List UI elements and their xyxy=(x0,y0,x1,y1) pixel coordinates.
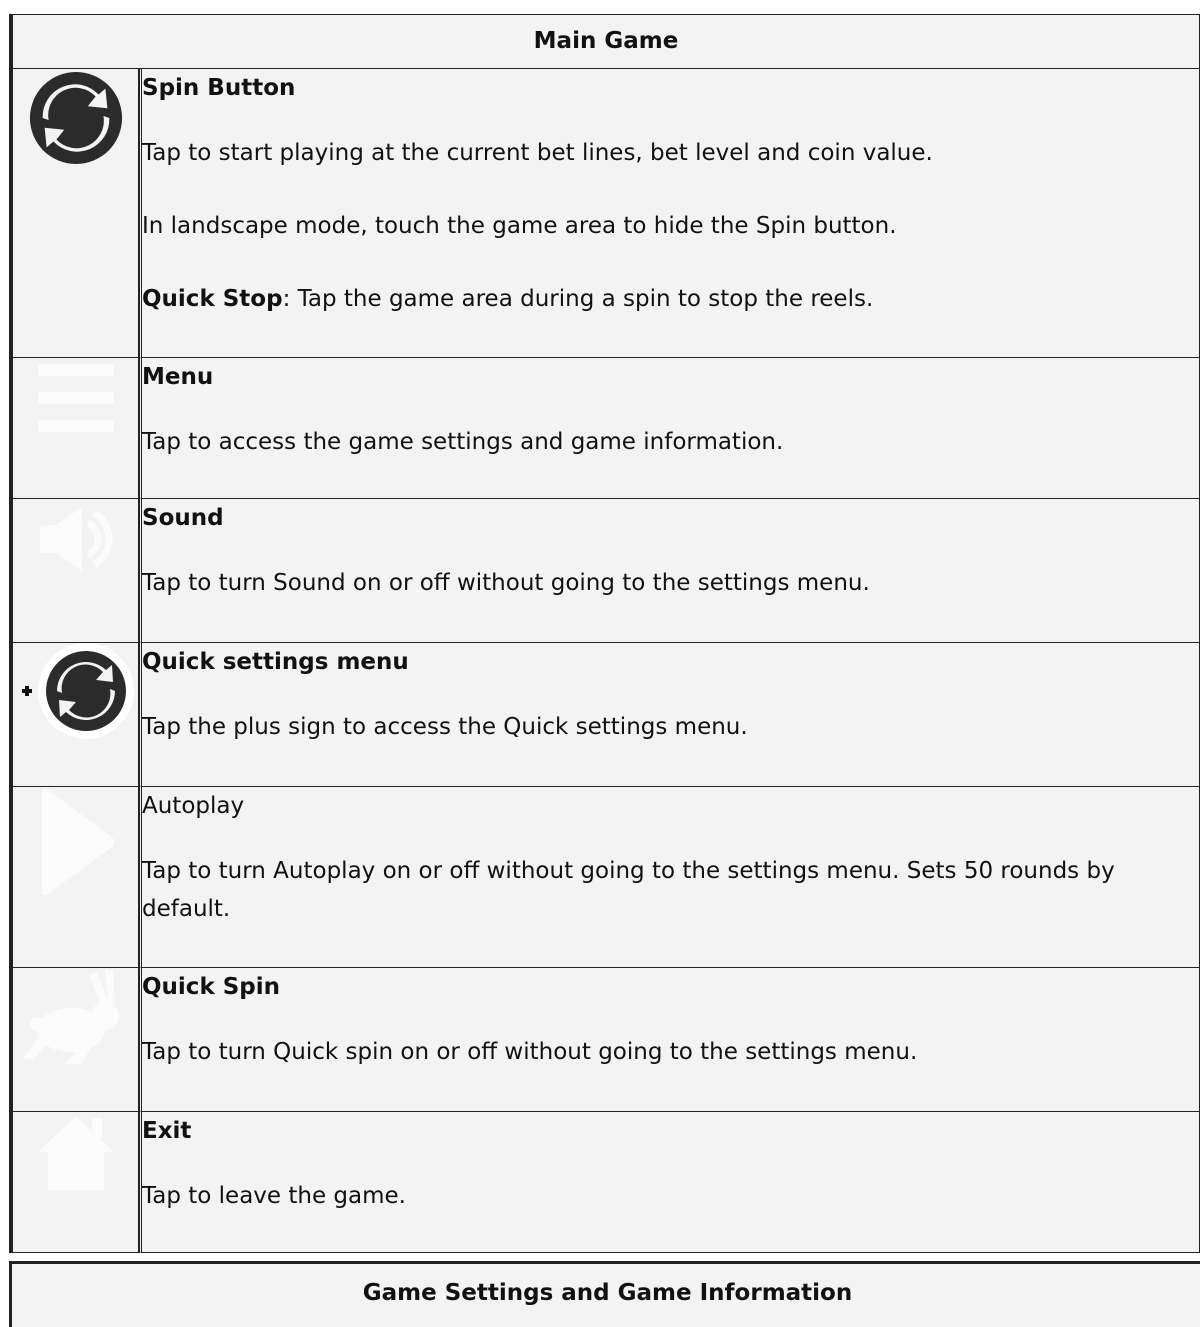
item-title: Quick Spin xyxy=(142,974,281,1000)
item-description: Tap to turn Sound on or off without goin… xyxy=(142,570,870,596)
item-description: In landscape mode, touch the game area t… xyxy=(142,213,897,239)
exit-icon-cell xyxy=(10,1112,139,1253)
item-description: Tap to turn Quick spin on or off without… xyxy=(142,1039,918,1065)
main-game-header: Main Game xyxy=(10,15,1200,69)
table-row: Quick settings menu Tap the plus sign to… xyxy=(10,643,1200,787)
item-description: Quick Stop: Tap the game area during a s… xyxy=(142,280,1199,318)
table-row: Sound Tap to turn Sound on or off withou… xyxy=(10,499,1200,643)
item-title: Spin Button xyxy=(142,75,296,101)
table-row: Autoplay Tap to turn Autoplay on or off … xyxy=(10,787,1200,968)
game-settings-header: Game Settings and Game Information xyxy=(362,1280,853,1306)
item-description: Tap to start playing at the current bet … xyxy=(142,140,933,166)
quick-spin-icon-cell xyxy=(10,968,139,1112)
item-title: Autoplay xyxy=(142,793,245,819)
item-description: Tap to turn Autoplay on or off without g… xyxy=(142,858,1115,922)
rabbit-icon xyxy=(22,970,119,1064)
menu-icon-cell xyxy=(10,358,139,499)
quick-stop-label: Quick Stop xyxy=(142,286,283,312)
autoplay-text-cell: Autoplay Tap to turn Autoplay on or off … xyxy=(139,787,1200,968)
autoplay-icon-cell xyxy=(10,787,139,968)
item-title: Exit xyxy=(142,1118,192,1144)
spin-button-icon-cell xyxy=(10,69,139,358)
quick-stop-text: : Tap the game area during a spin to sto… xyxy=(282,286,874,312)
quick-settings-icon-cell xyxy=(10,643,139,787)
item-description: Tap to leave the game. xyxy=(142,1183,406,1209)
spin-icon xyxy=(29,71,122,165)
quick-settings-icon xyxy=(21,643,134,739)
main-game-table: Main Game Spin Button Tap to start playi… xyxy=(9,14,1200,1253)
sound-icon xyxy=(39,507,113,571)
game-settings-table: Game Settings and Game Information xyxy=(9,1261,1200,1327)
sound-text-cell: Sound Tap to turn Sound on or off withou… xyxy=(139,499,1200,643)
exit-text-cell: Exit Tap to leave the game. xyxy=(139,1112,1200,1253)
item-title: Quick settings menu xyxy=(142,649,409,675)
item-title: Menu xyxy=(142,364,214,390)
autoplay-icon xyxy=(41,789,114,895)
menu-icon xyxy=(37,364,114,432)
help-page: Main Game Spin Button Tap to start playi… xyxy=(0,0,1200,1327)
sound-icon-cell xyxy=(10,499,139,643)
spin-button-text-cell: Spin Button Tap to start playing at the … xyxy=(139,69,1200,358)
item-description: Tap to access the game settings and game… xyxy=(142,429,784,455)
item-description: Tap the plus sign to access the Quick se… xyxy=(142,714,748,740)
table-row: Menu Tap to access the game settings and… xyxy=(10,358,1200,499)
quick-settings-text-cell: Quick settings menu Tap the plus sign to… xyxy=(139,643,1200,787)
quick-spin-text-cell: Quick Spin Tap to turn Quick spin on or … xyxy=(139,968,1200,1112)
table-row: Quick Spin Tap to turn Quick spin on or … xyxy=(10,968,1200,1112)
table-row: Spin Button Tap to start playing at the … xyxy=(10,69,1200,358)
menu-text-cell: Menu Tap to access the game settings and… xyxy=(139,358,1200,499)
item-title: Sound xyxy=(142,505,224,531)
table-row: Exit Tap to leave the game. xyxy=(10,1112,1200,1253)
home-icon xyxy=(37,1116,114,1190)
